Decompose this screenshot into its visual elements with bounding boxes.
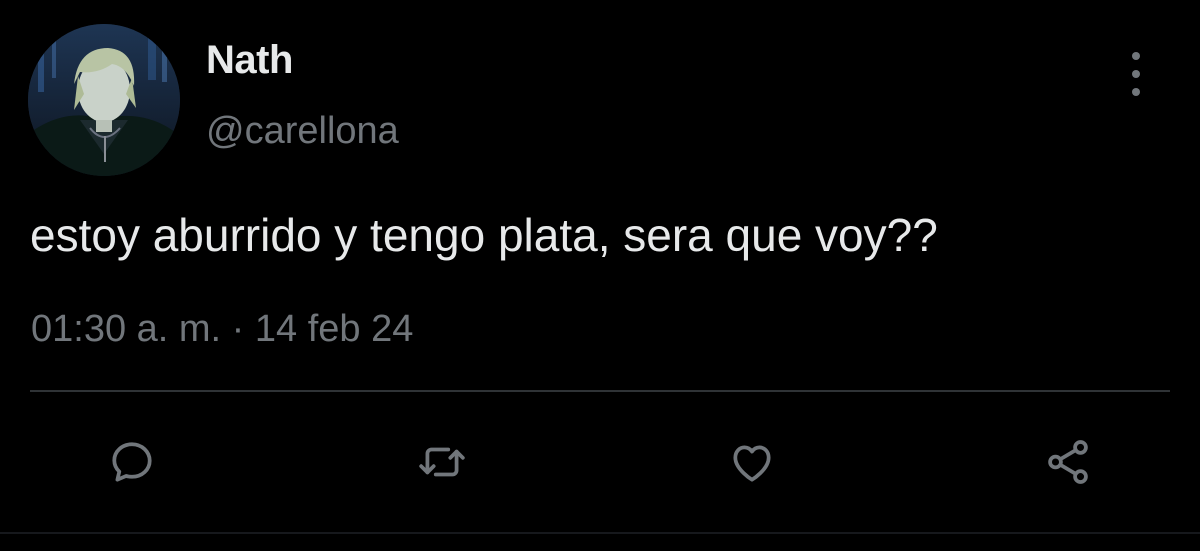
avatar-image [28, 24, 180, 176]
tweet-card: Nath @carellona estoy aburrido y tengo p… [0, 0, 1200, 551]
retweet-icon [419, 447, 465, 477]
author-display-name[interactable]: Nath [206, 38, 293, 83]
share-button[interactable] [1036, 430, 1100, 494]
more-vertical-icon [1132, 52, 1140, 60]
avatar[interactable] [28, 24, 180, 176]
author-handle[interactable]: @carellona [206, 110, 399, 153]
tweet-timestamp[interactable]: 01:30 a. m. · 14 feb 24 [31, 308, 413, 351]
action-bar [0, 430, 1200, 500]
reply-button[interactable] [100, 430, 164, 494]
more-vertical-icon-dot [1132, 70, 1140, 78]
retweet-button[interactable] [410, 430, 474, 494]
tweet-text: estoy aburrido y tengo plata, sera que v… [30, 209, 938, 261]
divider [30, 390, 1170, 392]
more-options-button[interactable] [1118, 52, 1154, 96]
more-vertical-icon-dot [1132, 88, 1140, 96]
reply-icon [112, 442, 152, 482]
like-button[interactable] [720, 430, 784, 494]
share-icon [1048, 440, 1088, 484]
heart-icon [733, 445, 771, 482]
bottom-divider [0, 532, 1200, 534]
